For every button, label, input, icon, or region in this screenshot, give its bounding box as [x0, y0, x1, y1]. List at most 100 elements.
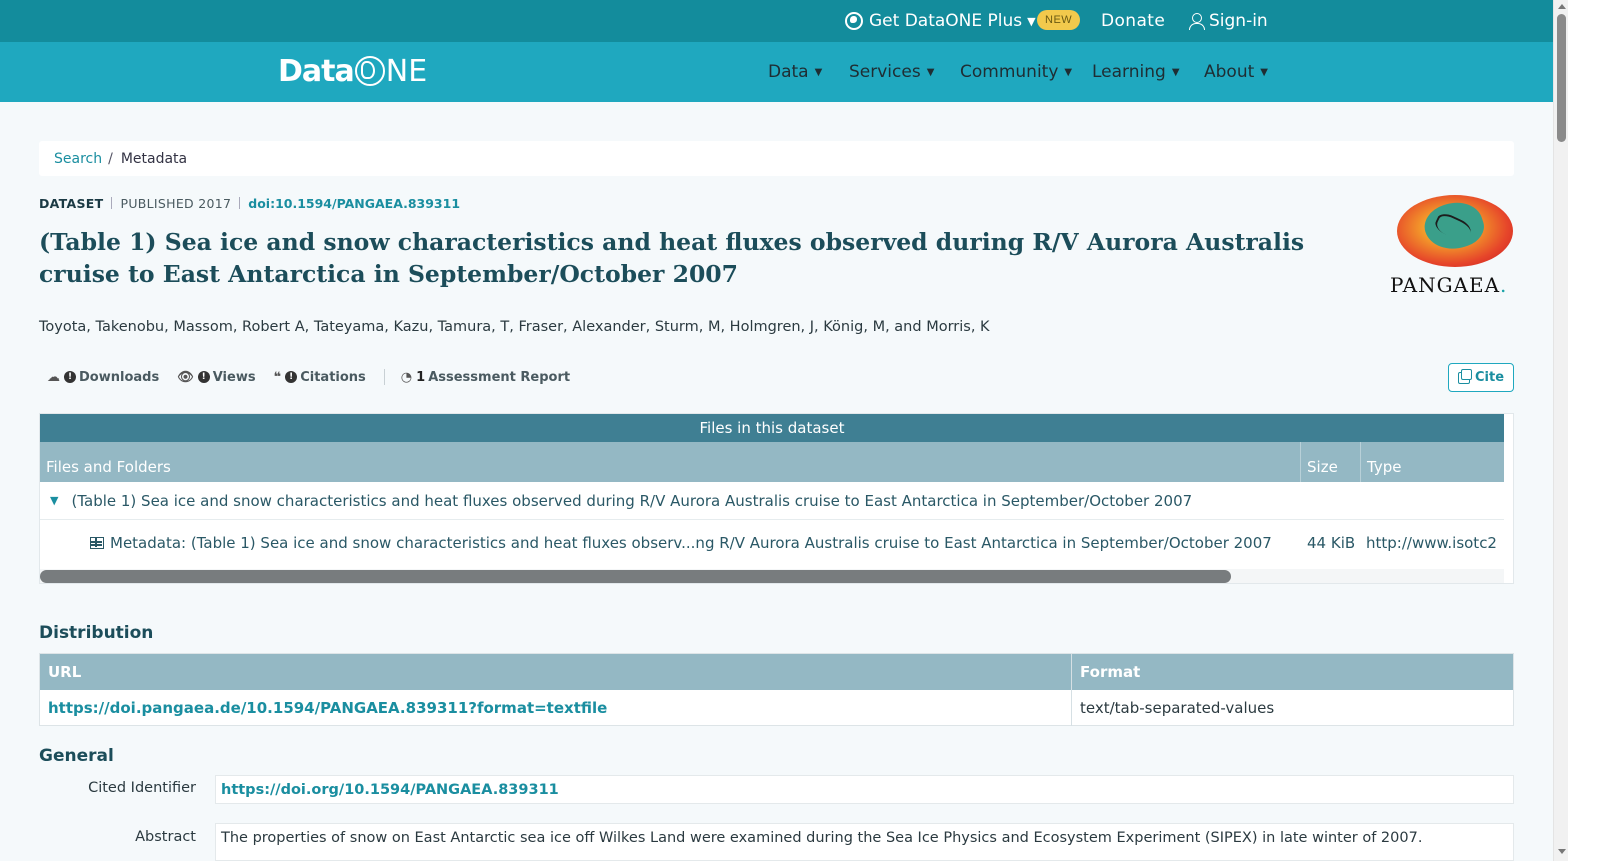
files-table-caption: Files in this dataset: [40, 414, 1504, 442]
column-header-url: URL: [40, 654, 1072, 690]
general-heading: General: [39, 746, 114, 766]
abstract-label: Abstract: [135, 829, 196, 845]
divider: [383, 369, 385, 385]
page-scrollbar[interactable]: [1553, 0, 1568, 861]
chevron-down-icon: ▼: [1064, 66, 1073, 78]
nav-item-data[interactable]: Data ▼: [768, 42, 822, 102]
nav-item-label: Community: [960, 62, 1059, 82]
cite-label: Cite: [1474, 370, 1505, 385]
nav-item-label: Services: [849, 62, 921, 82]
exclamation-icon: !: [197, 371, 210, 383]
pangaea-logo[interactable]: PANGAEA.: [1390, 193, 1516, 297]
exclamation-icon: !: [64, 371, 76, 383]
get-dataone-plus-label: Get DataONE Plus: [869, 11, 1023, 31]
get-dataone-plus-menu[interactable]: Get DataONE Plus ▼: [845, 0, 1036, 42]
distribution-table-header: URL Format: [40, 654, 1513, 690]
top-bar: Get DataONE Plus ▼ NEW Donate Sign-in: [0, 0, 1553, 42]
published-year: PUBLISHED 2017: [120, 195, 232, 211]
nav-item-about[interactable]: About ▼: [1204, 42, 1268, 102]
file-name-link[interactable]: Metadata: (Table 1) Sea ice and snow cha…: [110, 534, 1272, 552]
dataone-logo[interactable]: Data N E: [278, 53, 427, 89]
nav-item-label: Data: [768, 62, 809, 82]
files-table: Files in this dataset Files and Folders …: [39, 413, 1514, 584]
table-row[interactable]: Metadata: (Table 1) Sea ice and snow cha…: [40, 520, 1504, 568]
views-label: Views: [212, 369, 256, 385]
nav-item-learning[interactable]: Learning ▼: [1092, 42, 1180, 102]
logo-text-one: N E: [354, 54, 427, 89]
assessment-report-metric[interactable]: ◔ 1 Assessment Report: [401, 370, 570, 385]
column-header-files[interactable]: Files and Folders: [40, 442, 1301, 482]
citations-metric[interactable]: ❝ ! Citations: [274, 370, 366, 385]
dataset-title: (Table 1) Sea ice and snow characteristi…: [39, 228, 1305, 288]
copy-icon: [1457, 368, 1472, 384]
breadcrumb-current: Metadata: [120, 150, 188, 167]
assessment-count: 1: [416, 369, 426, 385]
cited-identifier-link[interactable]: https://doi.org/10.1594/PANGAEA.839311: [221, 782, 559, 798]
cited-identifier-label: Cited Identifier: [88, 780, 196, 796]
nav-item-community[interactable]: Community ▼: [960, 42, 1072, 102]
pangaea-logo-dot: .: [1500, 273, 1508, 297]
breadcrumb: Search / Metadata: [39, 141, 1514, 176]
collapse-caret-icon[interactable]: ▼: [50, 494, 58, 507]
scroll-down-arrow-icon[interactable]: [1558, 849, 1566, 854]
author-list: Toyota, Takenobu, Massom, Robert A, Tate…: [39, 319, 990, 335]
column-header-size[interactable]: Size: [1301, 442, 1361, 482]
window-margin: [1568, 0, 1600, 861]
file-type: http://www.isotc2: [1366, 534, 1497, 552]
divider: [111, 197, 113, 209]
file-size: 44 KiB: [1307, 534, 1356, 552]
logo-letter-e: E: [408, 53, 428, 89]
table-row: https://doi.pangaea.de/10.1594/PANGAEA.8…: [40, 690, 1513, 726]
files-table-header: Files and Folders Size Type: [40, 442, 1504, 482]
distribution-url-link[interactable]: https://doi.pangaea.de/10.1594/PANGAEA.8…: [48, 699, 607, 717]
donate-link[interactable]: Donate: [1101, 0, 1165, 42]
nav-item-label: Learning: [1092, 62, 1166, 82]
package-name: (Table 1) Sea ice and snow characteristi…: [71, 491, 1193, 510]
pangaea-logo-word: PANGAEA: [1390, 273, 1501, 297]
distribution-table: URL Format https://doi.pangaea.de/10.159…: [39, 653, 1514, 726]
scrollbar-thumb[interactable]: [1557, 14, 1566, 142]
downloads-label: Downloads: [79, 369, 160, 385]
globe-o-icon: [354, 56, 385, 86]
chevron-down-icon: ▼: [1027, 14, 1036, 28]
chevron-down-icon: ▼: [1260, 66, 1268, 78]
divider: [239, 197, 241, 209]
doi-link[interactable]: doi:10.1594/PANGAEA.839311: [248, 196, 460, 211]
metrics-bar: ☁ ! Downloads 👁 ! Views ❝ ! Citations ◔ …: [47, 368, 588, 386]
cited-identifier-field: https://doi.org/10.1594/PANGAEA.839311: [215, 775, 1514, 804]
nav-item-label: About: [1204, 62, 1255, 82]
dashboard-icon: ◔: [400, 369, 413, 385]
pangaea-globe-icon: [1397, 195, 1513, 267]
globe-icon: [845, 12, 863, 30]
package-row[interactable]: ▼ (Table 1) Sea ice and snow characteris…: [40, 482, 1504, 520]
breadcrumb-search-link[interactable]: Search: [54, 151, 102, 167]
quote-icon: ❝: [273, 369, 282, 385]
chevron-down-icon: ▼: [926, 66, 935, 78]
breadcrumb-separator: /: [108, 150, 113, 167]
new-badge: NEW: [1037, 10, 1081, 30]
distribution-url-cell: https://doi.pangaea.de/10.1594/PANGAEA.8…: [40, 690, 1072, 726]
scrollbar-thumb[interactable]: [40, 570, 1231, 583]
chevron-down-icon: ▼: [1171, 66, 1180, 78]
sign-in-link[interactable]: Sign-in: [1189, 0, 1268, 42]
dataset-type: DATASET: [39, 195, 104, 211]
nav-item-services[interactable]: Services ▼: [849, 42, 934, 102]
column-header-format: Format: [1080, 663, 1141, 681]
exclamation-icon: !: [285, 371, 298, 383]
scroll-up-arrow-icon[interactable]: [1558, 4, 1566, 9]
column-header-type[interactable]: Type: [1361, 442, 1504, 482]
citations-label: Citations: [300, 369, 366, 385]
chevron-down-icon: ▼: [814, 66, 823, 78]
views-metric[interactable]: 👁 ! Views: [177, 370, 255, 385]
assessment-label: Assessment Report: [428, 369, 571, 385]
distribution-format: text/tab-separated-values: [1080, 699, 1275, 717]
sign-in-label: Sign-in: [1209, 11, 1268, 31]
eye-icon: 👁: [177, 369, 194, 385]
pangaea-logo-text: PANGAEA.: [1390, 273, 1507, 297]
dataset-meta-line: DATASET PUBLISHED 2017 doi:10.1594/PANGA…: [39, 195, 460, 211]
user-icon: [1189, 13, 1205, 30]
downloads-metric[interactable]: ☁ ! Downloads: [47, 370, 159, 385]
distribution-heading: Distribution: [39, 623, 154, 643]
horizontal-scrollbar[interactable]: [40, 569, 1504, 583]
cite-button[interactable]: Cite: [1448, 363, 1514, 392]
